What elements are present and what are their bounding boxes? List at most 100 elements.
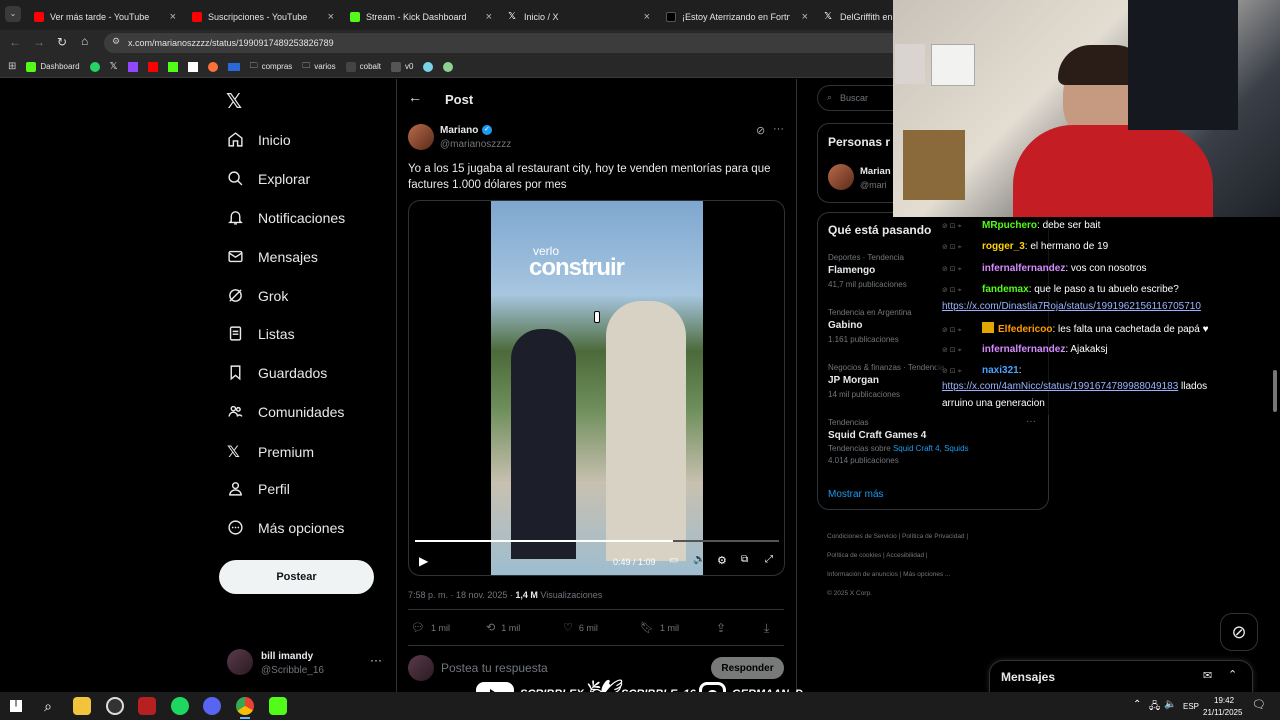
grok-icon[interactable]: ⊘ xyxy=(756,124,765,137)
video-progress-track[interactable] xyxy=(415,540,779,542)
file-explorer-icon[interactable] xyxy=(73,697,91,715)
windows-start-icon[interactable] xyxy=(7,697,25,715)
tab-fortnite[interactable]: ¡Estoy Aterrizando en Fortnite! × xyxy=(658,4,814,30)
chevron-up-icon[interactable]: ⌃ xyxy=(1133,699,1141,710)
bookmark-dashboard[interactable]: Dashboard xyxy=(26,61,80,72)
trend-item[interactable]: Deportes · Tendencia Flamengo 41,7 mil p… xyxy=(828,253,907,289)
more-icon[interactable]: ··· xyxy=(370,653,382,667)
firefox-icon[interactable] xyxy=(207,61,218,72)
footer-link[interactable]: Más opciones ... xyxy=(903,571,950,578)
nav-premium[interactable]: 𝕏 Premium xyxy=(227,442,314,462)
post-timestamp[interactable]: 7:58 p. m. · 18 nov. 2025 · xyxy=(408,590,515,600)
play-icon[interactable]: ▶ xyxy=(419,554,428,568)
nav-notifications[interactable]: Notificaciones xyxy=(227,209,345,226)
pip-icon[interactable]: ⧉ xyxy=(741,554,748,565)
chat-username[interactable]: naxi321 xyxy=(982,365,1019,376)
discord-icon[interactable] xyxy=(203,697,221,715)
bookmark-cobalt[interactable]: cobalt xyxy=(345,61,381,72)
clock-time[interactable]: 19:42 xyxy=(1214,696,1234,705)
show-more-link[interactable]: Mostrar más xyxy=(828,489,884,500)
more-icon[interactable]: ··· xyxy=(1026,416,1036,427)
avatar[interactable] xyxy=(828,164,854,190)
author-name[interactable]: Mariano xyxy=(440,125,478,136)
chatgpt-icon[interactable] xyxy=(423,61,434,72)
bookmark-folder-varios[interactable]: 🗀 varios xyxy=(302,60,335,74)
more-icon[interactable]: ··· xyxy=(773,123,784,135)
volume-icon[interactable]: 🔈 xyxy=(1164,699,1176,710)
nav-grok[interactable]: Grok xyxy=(227,287,288,304)
volume-icon[interactable]: 🔈 xyxy=(693,554,705,565)
search-icon[interactable]: ⌕ xyxy=(39,697,57,715)
chat-link[interactable]: https://x.com/Dinastia7Roja/status/19919… xyxy=(942,301,1201,312)
chat-scrollbar[interactable] xyxy=(1273,370,1277,412)
reply-input[interactable]: Postea tu respuesta xyxy=(441,661,548,675)
footer-link[interactable]: Política de Privacidad xyxy=(902,533,965,540)
close-icon[interactable]: × xyxy=(802,11,808,23)
trend-related-links[interactable]: Squid Craft 4, Squids xyxy=(893,444,969,453)
obs-icon[interactable] xyxy=(106,697,124,715)
chat-username[interactable]: infernalfernandez xyxy=(982,344,1065,355)
notion-icon[interactable] xyxy=(187,61,198,72)
footer-link[interactable]: Información de anuncios xyxy=(827,571,898,578)
nav-bookmarks[interactable]: Guardados xyxy=(227,364,327,381)
nav-communities[interactable]: Comunidades xyxy=(227,403,344,420)
youtube-icon[interactable] xyxy=(147,61,158,72)
site-info-icon[interactable]: ⚙ xyxy=(112,36,120,47)
tab-kick-dashboard[interactable]: Stream - Kick Dashboard × xyxy=(342,4,498,30)
globe-icon[interactable] xyxy=(443,61,454,72)
tab-list-chevron-icon[interactable]: ⌄ xyxy=(5,6,21,22)
language-indicator[interactable]: ESP xyxy=(1183,702,1199,711)
network-icon[interactable]: 🖧 xyxy=(1149,699,1160,716)
repost-action[interactable]: ⟲ 1 mil xyxy=(486,621,520,634)
url-field[interactable]: ⚙ x.com/marianoszzzz/status/199091748925… xyxy=(104,33,904,53)
kick-icon[interactable] xyxy=(167,61,178,72)
chrome-icon[interactable] xyxy=(236,697,254,715)
nav-profile[interactable]: Perfil xyxy=(227,480,290,497)
author-handle[interactable]: @marianoszzzz xyxy=(440,139,511,150)
close-icon[interactable]: × xyxy=(328,11,334,23)
x-logo-icon[interactable]: 𝕏 xyxy=(110,61,118,72)
tab-watch-later[interactable]: Ver más tarde - YouTube × xyxy=(26,4,182,30)
tab-delgriffith[interactable]: 𝕏 DelGriffith en X xyxy=(816,4,896,30)
trend-item[interactable]: Tendencia en Argentina Gabino 1.161 publ… xyxy=(828,308,912,344)
spotify-icon[interactable] xyxy=(171,697,189,715)
nav-messages[interactable]: Mensajes xyxy=(227,248,318,265)
close-icon[interactable]: × xyxy=(486,11,492,23)
bookmark-folder-compras[interactable]: 🗀 compras xyxy=(250,60,293,74)
twitch-icon[interactable] xyxy=(127,61,138,72)
home-icon[interactable]: ⌂ xyxy=(81,34,88,48)
messages-drawer[interactable]: Mensajes ✉ ⌃ xyxy=(989,660,1253,692)
footer-link[interactable]: Condiciones de Servicio xyxy=(827,533,897,540)
tab-x-home[interactable]: 𝕏 Inicio / X × xyxy=(500,4,656,30)
nav-more-options[interactable]: Más opciones xyxy=(227,519,344,536)
expand-up-icon[interactable]: ⌃ xyxy=(1228,668,1237,681)
tab-subscriptions[interactable]: Suscripciones - YouTube × xyxy=(184,4,340,30)
account-switcher[interactable]: bill imandy @Scribble_16 ··· xyxy=(227,649,387,679)
bookmark-icon[interactable] xyxy=(227,62,240,71)
app-icon[interactable] xyxy=(138,697,156,715)
reply-action[interactable]: 💬︎ 1 mil xyxy=(411,621,450,634)
back-arrow-icon[interactable]: ← xyxy=(9,35,21,49)
captions-icon[interactable]: ▭ xyxy=(669,555,678,566)
whatsapp-icon[interactable] xyxy=(89,61,100,72)
chat-username[interactable]: fandemax xyxy=(982,284,1029,295)
bookmark-action[interactable]: 🔖︎ 1 mil xyxy=(640,621,679,634)
back-arrow-icon[interactable]: ← xyxy=(408,89,422,105)
author-avatar[interactable] xyxy=(408,124,434,150)
forward-arrow-icon[interactable]: → xyxy=(33,35,45,49)
person-name[interactable]: Marian xyxy=(860,166,891,177)
apps-grid-icon[interactable]: ⊞ xyxy=(8,61,16,72)
nav-explore[interactable]: Explorar xyxy=(227,170,310,187)
chat-link[interactable]: https://x.com/4amNicc/status/19916747899… xyxy=(942,381,1178,392)
x-logo-icon[interactable]: 𝕏 xyxy=(226,89,242,114)
close-icon[interactable]: × xyxy=(644,11,650,23)
new-message-icon[interactable]: ✉ xyxy=(1203,669,1212,682)
chat-username[interactable]: Elfedericoo xyxy=(998,324,1052,335)
footer-link[interactable]: Accesibilidad xyxy=(886,552,924,559)
close-icon[interactable]: × xyxy=(170,11,176,23)
reload-icon[interactable]: ↻ xyxy=(57,35,67,49)
like-action[interactable]: ♡ 6 mil xyxy=(563,621,598,634)
chat-username[interactable]: rogger_3 xyxy=(982,241,1025,252)
share-icon[interactable]: ⇪ xyxy=(716,621,726,635)
fullscreen-icon[interactable]: ⤢ xyxy=(765,554,773,565)
